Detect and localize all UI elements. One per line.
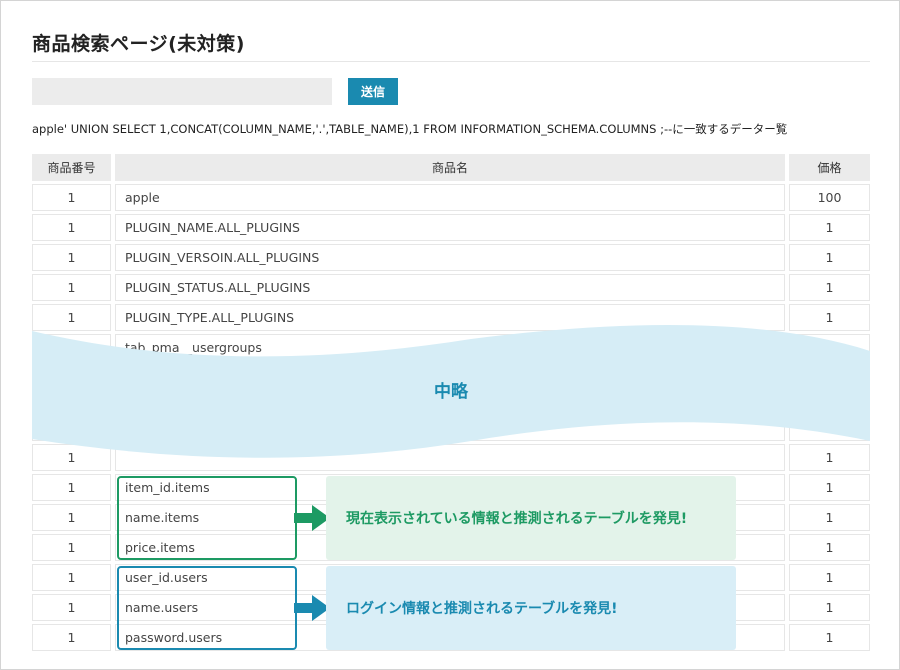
- submit-button[interactable]: 送信: [348, 78, 398, 105]
- cell-product-name: PLUGIN_STATUS.ALL_PLUGINS: [115, 274, 785, 301]
- product-search-page: 商品検索ページ(未対策) 送信 apple' UNION SELECT 1,CO…: [0, 0, 900, 670]
- title-divider: [32, 61, 870, 62]
- cell-product-number: 1: [32, 474, 111, 501]
- cell-price: 1: [789, 564, 870, 591]
- search-input[interactable]: [32, 78, 332, 105]
- page-title: 商品検索ページ(未対策): [32, 33, 245, 55]
- cell-product-number: 1: [32, 184, 111, 211]
- items-discovery-note: 現在表示されている情報と推測されるテーブルを発見!: [326, 476, 736, 560]
- cell-product-name: PLUGIN_VERSOIN.ALL_PLUGINS: [115, 244, 785, 271]
- cell-price: 1: [789, 594, 870, 621]
- cell-product-number: 1: [32, 214, 111, 241]
- cell-product-number: 1: [32, 244, 111, 271]
- header-product-name: 商品名: [115, 154, 785, 181]
- cell-price: 100: [789, 184, 870, 211]
- cell-price: 1: [789, 244, 870, 271]
- cell-product-number: 1: [32, 274, 111, 301]
- cell-price: 1: [789, 274, 870, 301]
- cell-price: 1: [789, 504, 870, 531]
- omitted-label: 中略: [434, 382, 468, 402]
- cell-product-number: 1: [32, 504, 111, 531]
- cell-product-number: 1: [32, 564, 111, 591]
- cell-product-number: 1: [32, 624, 111, 651]
- cell-price: 1: [789, 214, 870, 241]
- query-result-text: apple' UNION SELECT 1,CONCAT(COLUMN_NAME…: [32, 122, 788, 136]
- cell-price: 1: [789, 534, 870, 561]
- cell-price: 1: [789, 624, 870, 651]
- cell-product-name: apple: [115, 184, 785, 211]
- cell-product-name: PLUGIN_NAME.ALL_PLUGINS: [115, 214, 785, 241]
- users-table-highlight: [117, 566, 297, 650]
- header-product-number: 商品番号: [32, 154, 111, 181]
- items-table-highlight: [117, 476, 297, 560]
- users-discovery-note: ログイン情報と推測されるテーブルを発見!: [326, 566, 736, 650]
- header-price: 価格: [789, 154, 870, 181]
- cell-product-number: 1: [32, 534, 111, 561]
- cell-price: 1: [789, 474, 870, 501]
- cell-product-number: 1: [32, 594, 111, 621]
